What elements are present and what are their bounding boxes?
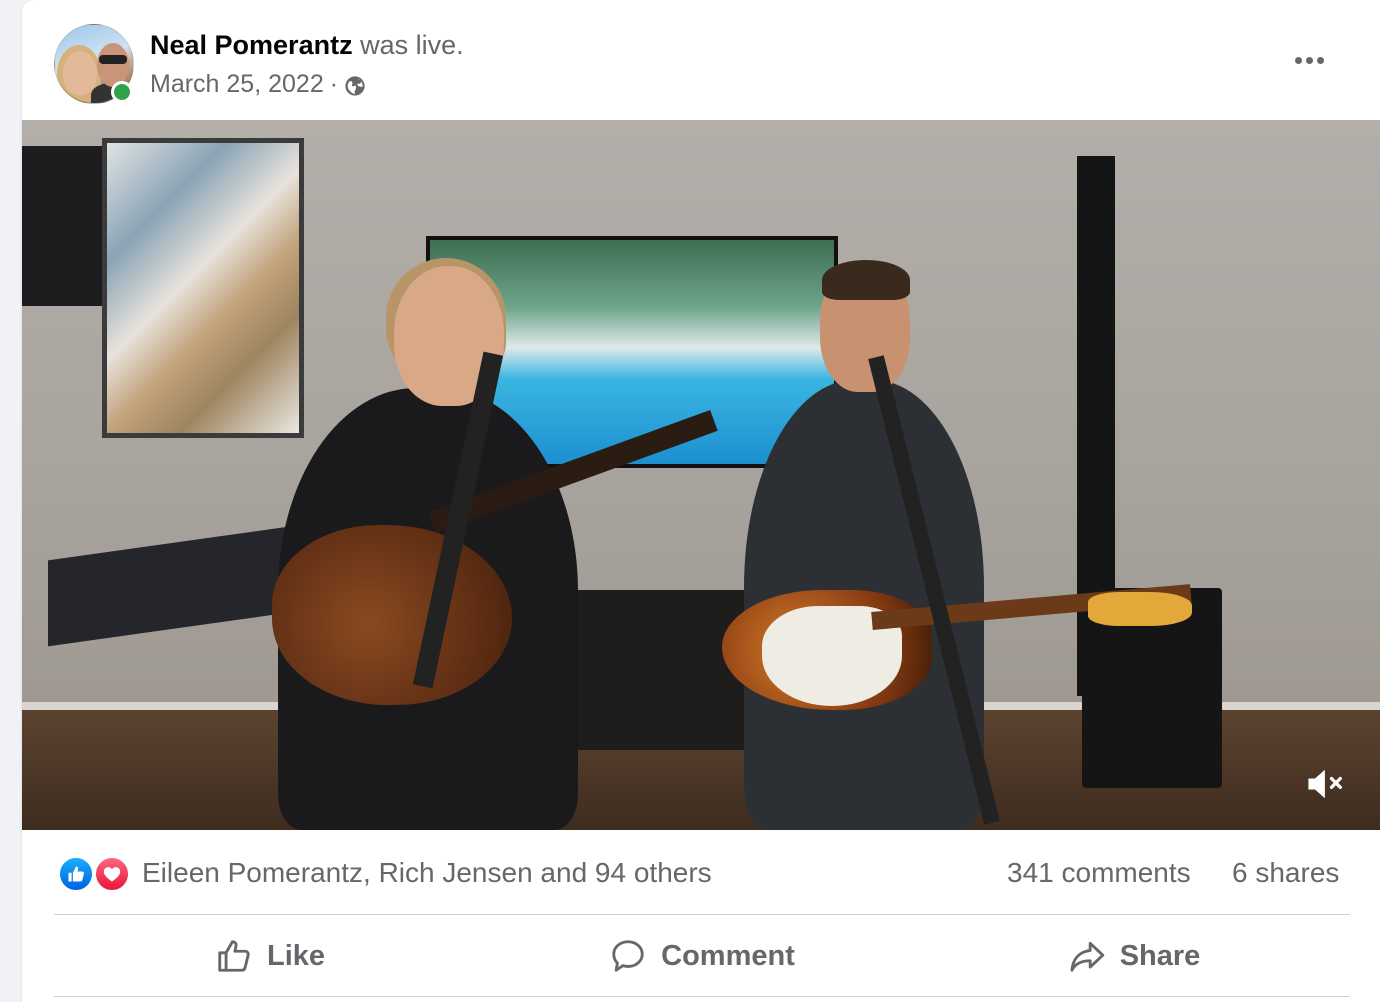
unmute-button[interactable]: [1300, 758, 1352, 810]
globe-icon[interactable]: [344, 73, 366, 96]
video-frame: [22, 120, 1380, 830]
shares-count-link[interactable]: 6 shares: [1232, 856, 1339, 890]
author-line: Neal Pomerantz was live.: [150, 28, 464, 62]
comment-button[interactable]: Comment: [486, 916, 918, 996]
post-header: Neal Pomerantz was live. March 25, 2022 …: [22, 0, 1380, 120]
like-label: Like: [266, 939, 326, 972]
like-reaction-icon: [58, 856, 94, 892]
more-horizontal-icon: [1294, 56, 1302, 64]
reactions-summary: Eileen Pomerantz, Rich Jensen and 94 oth…: [22, 830, 1380, 914]
author-name-link[interactable]: Neal Pomerantz: [150, 30, 353, 60]
post-meta: March 25, 2022 ·: [150, 68, 366, 100]
post-date-link[interactable]: March 25, 2022: [150, 68, 324, 100]
comments-count-link[interactable]: 341 comments: [1007, 856, 1191, 890]
post-action-text: was live.: [360, 30, 464, 60]
online-status-dot: [111, 81, 133, 103]
volume-muted-icon: [1308, 769, 1342, 799]
share-button[interactable]: Share: [918, 916, 1350, 996]
love-reaction-icon: [94, 856, 130, 892]
meta-separator: ·: [329, 70, 339, 98]
more-options-button[interactable]: [1284, 38, 1334, 82]
post-actions: Like Comment Share: [54, 916, 1350, 996]
post-card: Neal Pomerantz was live. March 25, 2022 …: [22, 0, 1380, 1002]
comment-icon: [612, 940, 644, 972]
reactors-link[interactable]: Eileen Pomerantz, Rich Jensen and 94 oth…: [142, 856, 712, 890]
live-video-player[interactable]: [22, 120, 1380, 830]
divider: [54, 914, 1350, 915]
divider: [54, 996, 1350, 997]
like-button[interactable]: Like: [54, 916, 486, 996]
share-label: Share: [1119, 939, 1201, 972]
reaction-icons[interactable]: [58, 856, 134, 892]
comment-label: Comment: [661, 939, 795, 972]
share-icon: [1070, 941, 1104, 972]
thumbs-up-icon: [218, 940, 250, 972]
